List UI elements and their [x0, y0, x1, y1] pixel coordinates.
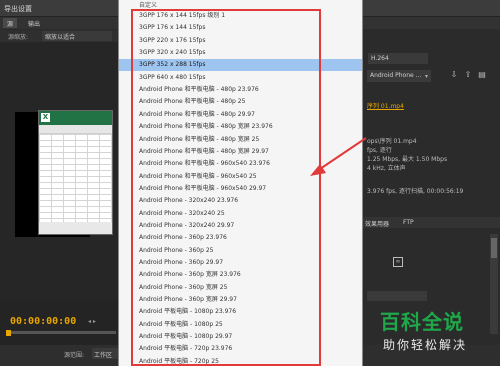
- tab-source[interactable]: 源: [3, 18, 18, 28]
- chevron-down-icon: ▾: [425, 73, 429, 80]
- excel-logo-icon: X: [41, 113, 50, 122]
- summary-line: fps, 逐行: [367, 147, 392, 154]
- source-scaling-row: 源缩放: 缩放以适合: [0, 30, 120, 42]
- timeline-ruler[interactable]: [6, 331, 116, 334]
- preview-area: X: [0, 42, 118, 300]
- summary-line: 4 kHz, 立体声: [367, 165, 406, 172]
- preset-select[interactable]: Android Phone ...: [367, 70, 431, 82]
- watermark: 百科全说 助你轻松解决: [370, 302, 500, 366]
- format-select[interactable]: H.264: [368, 53, 428, 64]
- red-arrow-icon: [310, 137, 367, 176]
- red-highlight-box: [131, 9, 321, 366]
- source-scaling-label: 源缩放:: [8, 34, 29, 41]
- summary-line: 1.25 Mbps, 最大 1.50 Mbps: [367, 156, 448, 163]
- delete-preset-icon[interactable]: ▤: [477, 70, 487, 80]
- import-preset-icon[interactable]: ⇪: [463, 70, 473, 80]
- excel-status-bar: [39, 222, 112, 234]
- timecode: 00:00:00:00: [10, 316, 77, 327]
- scrollbar-thumb[interactable]: [491, 238, 497, 258]
- excel-ribbon: X: [39, 111, 112, 125]
- settings-field[interactable]: [367, 291, 427, 301]
- source-range-label: 源范围:: [64, 352, 85, 359]
- tab-ftp[interactable]: FTP: [403, 219, 414, 226]
- timeline-controls-icon[interactable]: ◂ ▸: [88, 318, 96, 325]
- summary-text: ops\序列 01.mp4 fps, 逐行 1.25 Mbps, 最大 1.50…: [367, 137, 447, 173]
- output-name-link[interactable]: 序列 01.mp4: [367, 101, 404, 110]
- source-summary: 3.976 fps, 逐行扫描, 00:00:56:19: [367, 188, 464, 195]
- playhead-handle[interactable]: [6, 330, 11, 336]
- preview-spreadsheet-image: X: [38, 110, 113, 235]
- window-title: 导出设置: [4, 5, 32, 13]
- watermark-subtitle: 助你轻松解决: [383, 338, 468, 352]
- excel-toolbar: [39, 125, 112, 134]
- link-icon[interactable]: ∞: [393, 257, 403, 267]
- source-range-select[interactable]: 工作区: [92, 348, 120, 359]
- settings-tabs: 效果用器 FTP: [363, 217, 500, 228]
- watermark-logo: 百科全说: [380, 310, 464, 334]
- save-preset-icon[interactable]: ⇩: [449, 70, 459, 80]
- tab-output[interactable]: 输出: [24, 18, 44, 28]
- tab-effects[interactable]: 效果用器: [365, 219, 389, 228]
- source-scaling-select[interactable]: 缩放以适合: [42, 31, 112, 41]
- summary-line: ops\序列 01.mp4: [367, 138, 417, 145]
- export-settings-panel: H.264 Android Phone ... ▾ ⇩ ⇪ ▤ 序列 01.mp…: [363, 29, 500, 345]
- excel-grid: [39, 134, 112, 222]
- dropdown-top-item[interactable]: 自定义: [139, 0, 157, 9]
